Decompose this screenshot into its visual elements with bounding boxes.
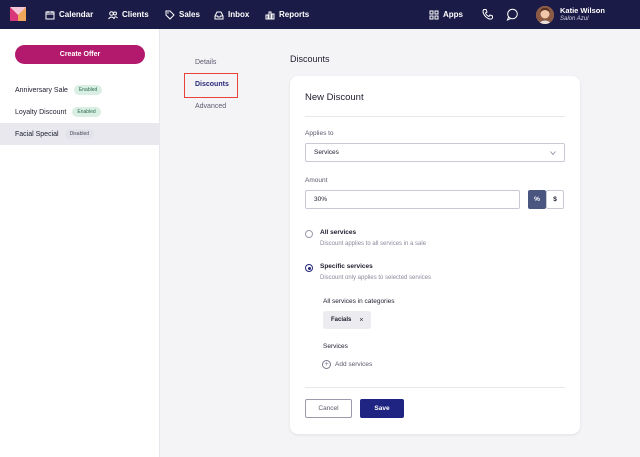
mindbody-logo-icon[interactable]	[10, 7, 26, 21]
status-badge: Enabled	[72, 107, 101, 117]
applies-to-label: Applies to	[305, 130, 334, 137]
status-badge: Disabled	[64, 129, 95, 139]
top-nav: Calendar Clients Sales Inbox Reports App…	[0, 0, 640, 29]
nav-inbox-label: Inbox	[228, 10, 250, 19]
chat-icon[interactable]	[506, 8, 519, 21]
create-offer-button[interactable]: Create Offer	[15, 45, 145, 64]
save-button[interactable]: Save	[360, 399, 404, 418]
tab-discounts[interactable]: Discounts	[195, 81, 229, 88]
clients-icon	[108, 10, 118, 19]
nav-calendar-label: Calendar	[59, 10, 94, 19]
offer-item-facial-special[interactable]: Facial Special Disabled	[0, 123, 160, 145]
plus-circle-icon: +	[322, 360, 331, 369]
offer-name: Loyalty Discount	[15, 108, 67, 116]
chevron-down-icon	[550, 151, 556, 156]
offer-name: Facial Special	[15, 130, 59, 138]
nav-apps-label: Apps	[443, 10, 463, 19]
add-services-link[interactable]: + Add services	[322, 360, 372, 369]
categories-label: All services in categories	[323, 298, 395, 305]
chip-label: Facials	[331, 317, 352, 323]
offer-name: Anniversary Sale	[15, 86, 68, 94]
avatar-photo-icon	[536, 6, 554, 24]
amount-input[interactable]: 30%	[305, 190, 520, 209]
add-services-label: Add services	[335, 361, 373, 368]
user-salon: Salon Azul	[560, 16, 589, 22]
nav-clients-label: Clients	[122, 10, 149, 19]
all-services-title[interactable]: All services	[320, 229, 356, 236]
all-services-desc: Discount applies to all services in a sa…	[320, 241, 427, 247]
dollar-toggle-button[interactable]: $	[546, 190, 564, 209]
nav-sales-label: Sales	[179, 10, 200, 19]
apps-grid-icon	[429, 10, 439, 19]
divider	[305, 116, 565, 117]
radio-all-services[interactable]	[305, 230, 313, 238]
services-label: Services	[323, 343, 348, 350]
nav-reports[interactable]: Reports	[265, 0, 309, 29]
nav-calendar[interactable]: Calendar	[45, 0, 93, 29]
phone-icon[interactable]	[481, 8, 494, 21]
applies-to-select[interactable]: Services	[305, 143, 565, 162]
status-badge: Enabled	[73, 85, 103, 95]
percent-toggle-button[interactable]: %	[528, 190, 546, 209]
specific-services-desc: Discount only applies to selected servic…	[320, 275, 432, 281]
nav-clients[interactable]: Clients	[108, 0, 149, 29]
new-discount-card: New Discount Applies to Services Amount …	[290, 76, 580, 434]
divider	[305, 387, 565, 388]
category-chip-facials: Facials ×	[323, 311, 372, 329]
cancel-button[interactable]: Cancel	[305, 399, 352, 418]
nav-inbox[interactable]: Inbox	[214, 0, 249, 29]
card-title: New Discount	[305, 92, 364, 103]
applies-to-value: Services	[314, 149, 339, 156]
inbox-icon	[214, 11, 224, 19]
radio-specific-services[interactable]	[305, 264, 313, 272]
reports-icon	[265, 11, 275, 19]
specific-services-title[interactable]: Specific services	[320, 263, 373, 270]
nav-reports-label: Reports	[279, 10, 310, 19]
nav-sales[interactable]: Sales	[165, 0, 200, 29]
amount-label: Amount	[305, 177, 328, 184]
tab-advanced[interactable]: Advanced	[195, 103, 226, 110]
nav-apps[interactable]: Apps	[429, 0, 463, 29]
tab-details[interactable]: Details	[195, 59, 216, 66]
offer-item-anniversary-sale[interactable]: Anniversary Sale Enabled	[0, 79, 160, 101]
tag-icon	[165, 10, 175, 20]
page-title: Discounts	[290, 54, 330, 64]
avatar[interactable]	[536, 6, 554, 24]
user-name[interactable]: Katie Wilson	[560, 6, 605, 15]
calendar-icon	[45, 10, 55, 19]
offer-item-loyalty-discount[interactable]: Loyalty Discount Enabled	[0, 101, 160, 123]
close-icon[interactable]: ×	[359, 317, 363, 324]
offers-sidebar: Create Offer Anniversary Sale Enabled Lo…	[0, 29, 160, 457]
